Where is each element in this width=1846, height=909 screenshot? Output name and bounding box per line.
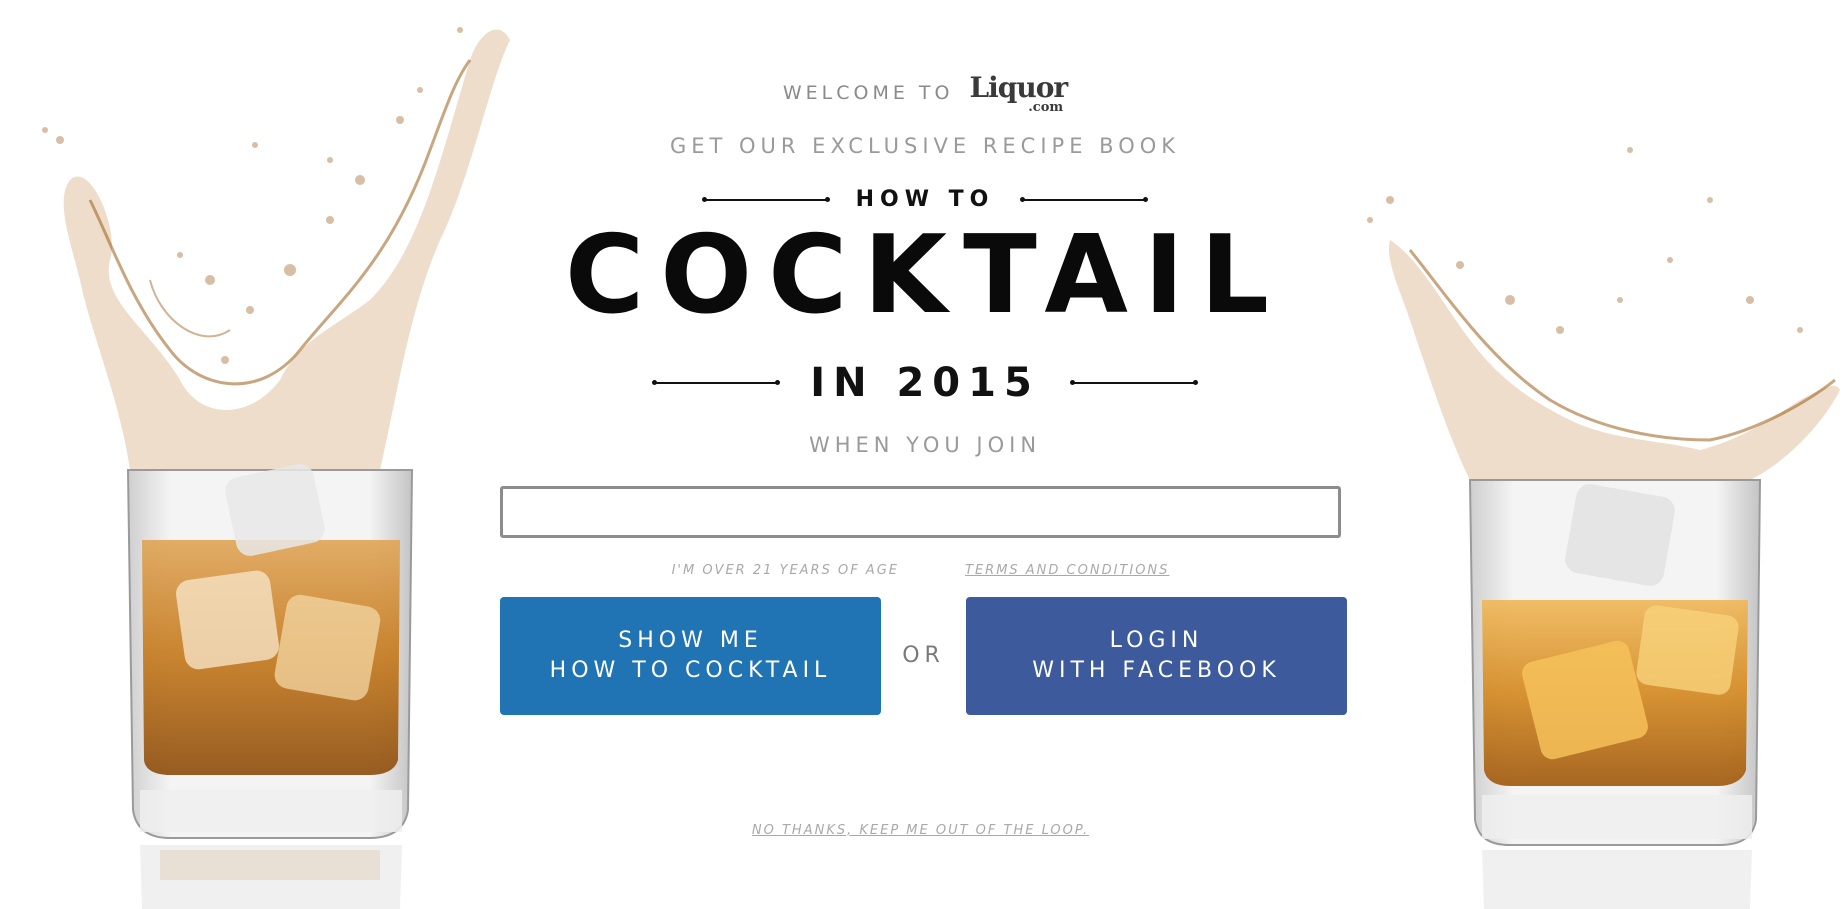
age-confirmation-text: I'M OVER 21 YEARS OF AGE: [671, 563, 899, 578]
legal-row: I'M OVER 21 YEARS OF AGE TERMS AND CONDI…: [500, 563, 1341, 578]
signup-panel: WELCOME TO Liquor .com GET OUR EXCLUSIVE…: [500, 0, 1350, 909]
fb-button-line1: LOGIN: [1109, 628, 1204, 653]
terms-and-conditions-link[interactable]: TERMS AND CONDITIONS: [965, 563, 1169, 578]
how-to-row: HOW TO: [500, 187, 1350, 212]
no-thanks-link[interactable]: NO THANKS, KEEP ME OUT OF THE LOOP.: [752, 823, 1089, 838]
show-me-how-to-cocktail-button[interactable]: SHOW ME HOW TO COCKTAIL: [500, 597, 881, 715]
or-separator: OR: [902, 643, 945, 668]
age-gate-page: WELCOME TO Liquor .com GET OUR EXCLUSIVE…: [0, 0, 1846, 909]
year-row: IN 2015: [500, 360, 1350, 406]
year-text: IN 2015: [810, 360, 1040, 406]
show-button-line1: SHOW ME: [618, 628, 763, 653]
join-text: WHEN YOU JOIN: [808, 433, 1042, 457]
right-whiskey-glass-image: [1330, 0, 1846, 909]
show-button-line2: HOW TO COCKTAIL: [549, 658, 832, 683]
decorative-rule: [701, 196, 830, 202]
fb-button-line2: WITH FACEBOOK: [1032, 658, 1281, 683]
left-whiskey-glass-image: [0, 0, 540, 909]
decorative-rule: [1069, 380, 1198, 385]
welcome-header: WELCOME TO Liquor .com: [500, 74, 1350, 115]
login-with-facebook-button[interactable]: LOGIN WITH FACEBOOK: [966, 597, 1347, 715]
logo-sub-text: .com: [1028, 100, 1064, 115]
email-input[interactable]: [500, 486, 1341, 538]
cocktail-title: COCKTAIL: [565, 213, 1285, 338]
liquor-logo: Liquor .com: [969, 74, 1068, 115]
recipe-book-subhead: GET OUR EXCLUSIVE RECIPE BOOK: [669, 134, 1181, 158]
how-to-text: HOW TO: [855, 187, 995, 212]
no-thanks-row: NO THANKS, KEEP ME OUT OF THE LOOP.: [500, 819, 1341, 838]
decorative-rule: [652, 380, 781, 385]
welcome-text: WELCOME TO: [782, 82, 954, 104]
decorative-rule: [1020, 196, 1149, 202]
